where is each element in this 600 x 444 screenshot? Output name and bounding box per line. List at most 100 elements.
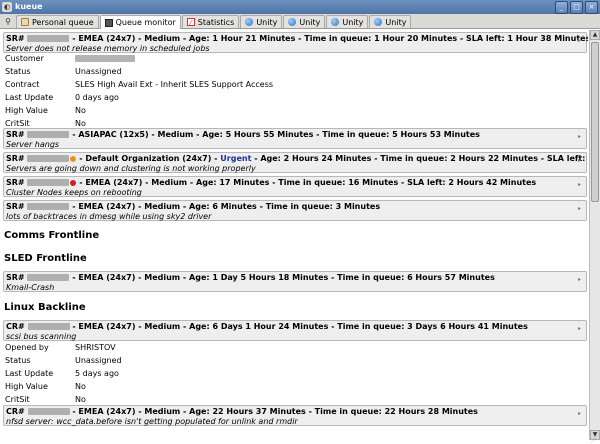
ticket-meta: - ASIAPAC (12x5) - Medium - Age: 5 Hours… bbox=[72, 130, 480, 139]
tab-unity-4[interactable]: Unity bbox=[369, 15, 412, 28]
chart-icon: ⁄ bbox=[186, 18, 195, 27]
detail-label: High Value bbox=[5, 382, 48, 391]
ticket-prefix: SR# bbox=[6, 34, 25, 43]
ticket-meta: - Age: 2 Hours 24 Minutes - Time in queu… bbox=[254, 154, 588, 163]
expand-arrow-icon[interactable]: ▸ bbox=[578, 134, 583, 140]
monitor-icon bbox=[104, 18, 113, 27]
sr-card[interactable]: SR# - Default Organization (24x7) - Urge… bbox=[3, 152, 588, 173]
globe-icon bbox=[245, 18, 254, 26]
resize-grip-icon[interactable]: ⋰ bbox=[590, 437, 600, 444]
redacted-ticket-number bbox=[27, 323, 70, 330]
scrollbar-thumb[interactable] bbox=[591, 42, 599, 202]
detail-value: No bbox=[75, 119, 86, 128]
detail-value: No bbox=[75, 395, 86, 404]
redacted-ticket-number bbox=[27, 35, 70, 42]
detail-value: Unassigned bbox=[75, 67, 122, 76]
detail-label: High Value bbox=[5, 106, 48, 115]
ticket-summary: Kmail-Crash bbox=[6, 283, 55, 292]
sr-card[interactable]: SR# - EMEA (24x7) - Medium - Age: 6 Minu… bbox=[3, 200, 587, 221]
detail-value: 0 days ago bbox=[75, 93, 119, 102]
ticket-prefix: CR# bbox=[6, 322, 25, 331]
tab-bar: ⚲ Personal queue Queue monitor ⁄ Statist… bbox=[0, 14, 600, 29]
kueue-app-icon[interactable]: ◐ bbox=[2, 2, 12, 12]
ticket-prefix: SR# bbox=[6, 273, 25, 282]
tab-unity-3[interactable]: Unity bbox=[326, 15, 369, 28]
detail-label: Opened by bbox=[5, 343, 49, 352]
sr-card[interactable]: SR# - ASIAPAC (12x5) - Medium - Age: 5 H… bbox=[3, 128, 587, 149]
ticket-prefix: SR# bbox=[6, 130, 25, 139]
tab-statistics[interactable]: ⁄ Statistics bbox=[181, 15, 240, 28]
sr-card[interactable]: SR# - EMEA (24x7) - Medium - Age: 1 Day … bbox=[3, 271, 587, 292]
ticket-summary: scsi bus scanning bbox=[6, 332, 77, 341]
tab-label: Statistics bbox=[197, 17, 235, 27]
tab-label: Unity bbox=[385, 17, 407, 27]
redacted-customer bbox=[75, 55, 135, 62]
ticket-meta: - EMEA (24x7) - Medium - Age: 17 Minutes… bbox=[79, 178, 537, 187]
vertical-scrollbar[interactable]: ▲ ▼ bbox=[589, 30, 600, 440]
expand-arrow-icon[interactable]: ▸ bbox=[578, 326, 583, 332]
ticket-prefix: CR# bbox=[6, 407, 25, 416]
globe-icon bbox=[288, 18, 297, 26]
redacted-ticket-number bbox=[27, 408, 70, 415]
detail-label: CritSit bbox=[5, 395, 30, 404]
detail-value: No bbox=[75, 106, 86, 115]
ticket-prefix: SR# bbox=[6, 178, 25, 187]
sr-card[interactable]: SR# - EMEA (24x7) - Medium - Age: 17 Min… bbox=[3, 176, 587, 197]
priority-dot-icon bbox=[70, 155, 77, 162]
ticket-meta: - EMEA (24x7) - Medium - Age: 6 Minutes … bbox=[72, 202, 381, 211]
tab-label: Unity bbox=[256, 17, 278, 27]
tab-label: Queue monitor bbox=[115, 18, 176, 27]
section-heading: Comms Frontline bbox=[4, 230, 100, 241]
ticket-meta: - EMEA (24x7) - Medium - Age: 1 Day 5 Ho… bbox=[72, 273, 495, 282]
tab-label: Personal queue bbox=[32, 17, 94, 27]
redacted-ticket-number bbox=[27, 131, 70, 138]
tab-unity-1[interactable]: Unity bbox=[240, 15, 283, 28]
cr-card[interactable]: CR# - EMEA (24x7) - Medium - Age: 22 Hou… bbox=[3, 405, 587, 426]
sr-card[interactable]: SR# - EMEA (24x7) - Medium - Age: 1 Hour… bbox=[3, 32, 588, 53]
detail-label: Last Update bbox=[5, 369, 54, 378]
detail-label: Contract bbox=[5, 80, 40, 89]
tab-unity-2[interactable]: Unity bbox=[283, 15, 326, 28]
detail-label: Status bbox=[5, 356, 31, 365]
section-heading: Linux Backline bbox=[4, 302, 86, 313]
detail-label: Last Update bbox=[5, 93, 54, 102]
urgent-label: Urgent bbox=[220, 154, 252, 163]
ticket-meta: - EMEA (24x7) - Medium - Age: 22 Hours 3… bbox=[72, 407, 478, 416]
ticket-meta: - Default Organization (24x7) - bbox=[79, 154, 218, 163]
priority-dot-icon bbox=[70, 179, 77, 186]
expand-arrow-icon[interactable]: ▸ bbox=[578, 277, 583, 283]
globe-icon bbox=[374, 18, 383, 26]
cr-card[interactable]: CR# - EMEA (24x7) - Medium - Age: 6 Days… bbox=[3, 320, 587, 341]
expand-arrow-icon[interactable]: ▸ bbox=[578, 411, 583, 417]
section-heading: SLED Frontline bbox=[4, 253, 87, 264]
expand-arrow-icon[interactable]: ▸ bbox=[578, 38, 583, 44]
detail-value: No bbox=[75, 382, 86, 391]
expand-arrow-icon[interactable]: ▸ bbox=[578, 206, 583, 212]
detail-value: SLES High Avail Ext - Inherit SLES Suppo… bbox=[75, 80, 274, 89]
ticket-summary: lots of backtraces in dmesg while using … bbox=[6, 212, 212, 221]
detail-value: 5 days ago bbox=[75, 369, 119, 378]
redacted-ticket-number bbox=[27, 179, 70, 186]
detail-value: SHRISTOV bbox=[75, 343, 116, 352]
minimize-icon[interactable]: _ bbox=[555, 1, 568, 14]
ticket-meta: - EMEA (24x7) - Medium - Age: 1 Hour 21 … bbox=[72, 34, 588, 43]
detail-value: Unassigned bbox=[75, 356, 122, 365]
person-icon bbox=[21, 18, 29, 26]
ticket-summary: Server does not release memory in schedu… bbox=[6, 44, 210, 53]
search-icon[interactable]: ⚲ bbox=[0, 15, 16, 28]
globe-icon bbox=[331, 18, 340, 26]
maximize-icon[interactable]: □ bbox=[570, 1, 583, 14]
ticket-prefix: SR# bbox=[6, 202, 25, 211]
scroll-up-icon[interactable]: ▲ bbox=[590, 30, 600, 40]
ticket-summary: Server hangs bbox=[6, 140, 60, 149]
tab-personal-queue[interactable]: Personal queue bbox=[16, 15, 99, 28]
ticket-prefix: SR# bbox=[6, 154, 25, 163]
expand-arrow-icon[interactable]: ▸ bbox=[578, 158, 583, 164]
tab-queue-monitor[interactable]: Queue monitor bbox=[99, 15, 181, 29]
redacted-ticket-number bbox=[27, 203, 70, 210]
tab-label: Unity bbox=[342, 17, 364, 27]
expand-arrow-icon[interactable]: ▸ bbox=[578, 182, 583, 188]
close-icon[interactable]: × bbox=[585, 1, 598, 14]
ticket-summary: Servers are going down and clustering is… bbox=[6, 164, 256, 173]
redacted-ticket-number bbox=[27, 155, 70, 162]
